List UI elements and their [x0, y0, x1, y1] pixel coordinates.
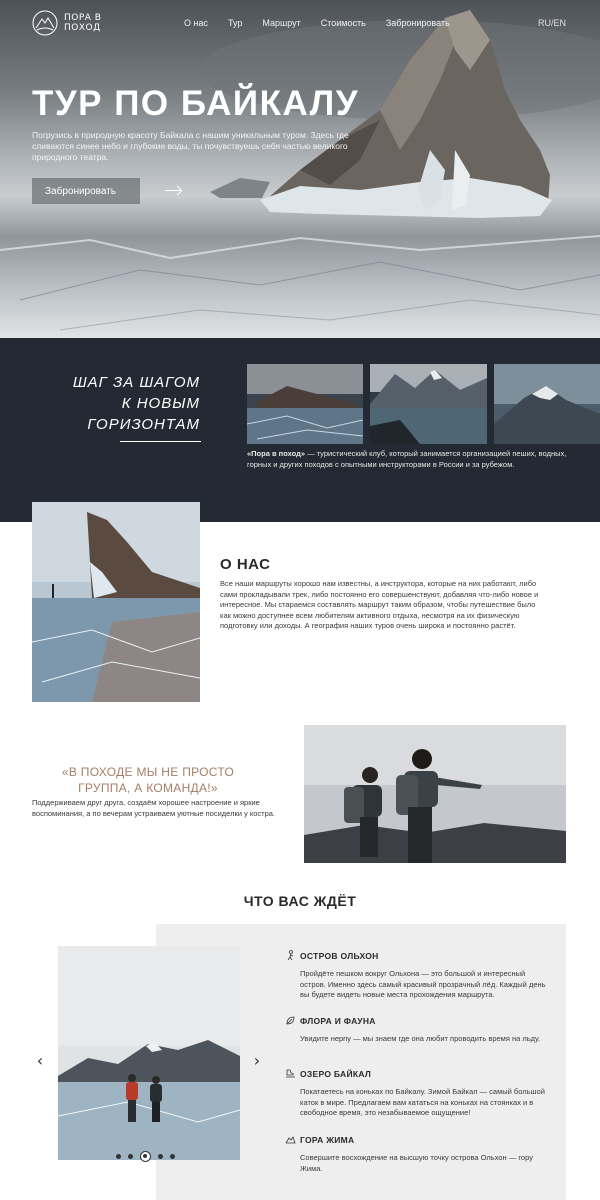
- feature-item: ОЗЕРО БАЙКАЛ Покатаетесь на коньках по Б…: [285, 1068, 547, 1119]
- feature-item: ГОРА ЖИМА Совершите восхождение на высшу…: [285, 1134, 547, 1174]
- logo-text: ПОРА В ПОХОД: [64, 13, 102, 33]
- club-name: «Пора в поход»: [247, 449, 305, 458]
- mountain-logo-icon: [32, 10, 58, 36]
- club-title: ШАГ ЗА ШАГОМ К НОВЫМ ГОРИЗОНТАМ: [40, 372, 200, 435]
- feature-title: ФЛОРА И ФАУНА: [300, 1015, 376, 1026]
- nav-item-book[interactable]: Забронировать: [386, 18, 450, 28]
- nav-item-price[interactable]: Стоимость: [321, 18, 366, 28]
- leaf-icon: [286, 1016, 295, 1025]
- nav-item-about[interactable]: О нас: [184, 18, 208, 28]
- carousel-next-button[interactable]: ›: [249, 1050, 265, 1070]
- feature-text: Покатаетесь на коньках по Байкалу. Зимой…: [300, 1087, 545, 1117]
- feature-text: Пройдёте пешком вокруг Ольхона — это бол…: [300, 969, 546, 999]
- gallery-photo-rock: [247, 364, 363, 444]
- quote-title: «В ПОХОДЕ МЫ НЕ ПРОСТО ГРУППА, А КОМАНДА…: [61, 765, 235, 795]
- about-photo: [32, 502, 200, 702]
- club-title-line: ШАГ ЗА ШАГОМ: [72, 374, 200, 391]
- feature-title: ОСТРОВ ОЛЬХОН: [300, 950, 379, 961]
- nav-item-route[interactable]: Маршрут: [262, 18, 300, 28]
- about-title: О НАС: [220, 556, 271, 573]
- feature-item: ОСТРОВ ОЛЬХОН Пройдёте пешком вокруг Оль…: [285, 950, 547, 1001]
- baikal-rock-image: [0, 10, 600, 331]
- feature-item: ФЛОРА И ФАУНА Увидите нерпу — мы знаем г…: [285, 1015, 547, 1045]
- club-title-line: ГОРИЗОНТАМ: [87, 416, 200, 433]
- divider: [120, 441, 201, 442]
- expect-title: ЧТО ВАС ЖДЁТ: [243, 893, 357, 909]
- book-button-label: Забронировать: [45, 185, 117, 197]
- hero-section: ПОРА В ПОХОД О нас Тур Маршрут Стоимость…: [0, 0, 600, 338]
- carousel-dot[interactable]: [170, 1154, 175, 1159]
- carousel-prev-button[interactable]: ‹: [32, 1050, 48, 1070]
- club-description: «Пора в поход» — туристический клуб, кот…: [247, 449, 567, 470]
- carousel-dot[interactable]: [158, 1154, 163, 1159]
- quote-text: Поддерживаем друг друга, создаём хорошее…: [32, 798, 276, 818]
- feature-text: Увидите нерпу — мы знаем где она любит п…: [300, 1034, 541, 1043]
- club-title-line: К НОВЫМ: [121, 395, 200, 412]
- nav-item-tour[interactable]: Тур: [228, 18, 242, 28]
- mountain-icon: [285, 1136, 296, 1144]
- main-nav: О нас Тур Маршрут Стоимость Забронироват…: [184, 18, 470, 28]
- gallery-photo-mountain: [494, 364, 600, 444]
- skate-icon: [286, 1069, 295, 1078]
- carousel-dot[interactable]: [128, 1154, 133, 1159]
- hikers-photo: [304, 725, 566, 863]
- hero-title: ТУР ПО БАЙКАЛУ: [32, 84, 359, 123]
- carousel-slide-image: [58, 946, 240, 1160]
- book-button[interactable]: Забронировать: [32, 178, 181, 204]
- feature-title: ОЗЕРО БАЙКАЛ: [300, 1068, 372, 1079]
- feature-text: Совершите восхождение на высшую точку ос…: [300, 1153, 533, 1173]
- hero-subtitle: Погрузись в природную красоту Байкала с …: [32, 130, 349, 162]
- carousel-dot-active[interactable]: [140, 1151, 151, 1162]
- logo[interactable]: ПОРА В ПОХОД: [32, 10, 104, 36]
- carousel-dots: [116, 1151, 175, 1162]
- language-switcher[interactable]: RU/EN: [538, 18, 566, 28]
- about-text: Все наши маршруты хорошо нам известны, а…: [220, 579, 539, 630]
- feature-title: ГОРА ЖИМА: [300, 1134, 355, 1145]
- carousel-dot[interactable]: [116, 1154, 121, 1159]
- hiker-icon: [287, 950, 294, 961]
- arrow-right-icon: [165, 190, 181, 191]
- gallery-photo-lake: [370, 364, 487, 444]
